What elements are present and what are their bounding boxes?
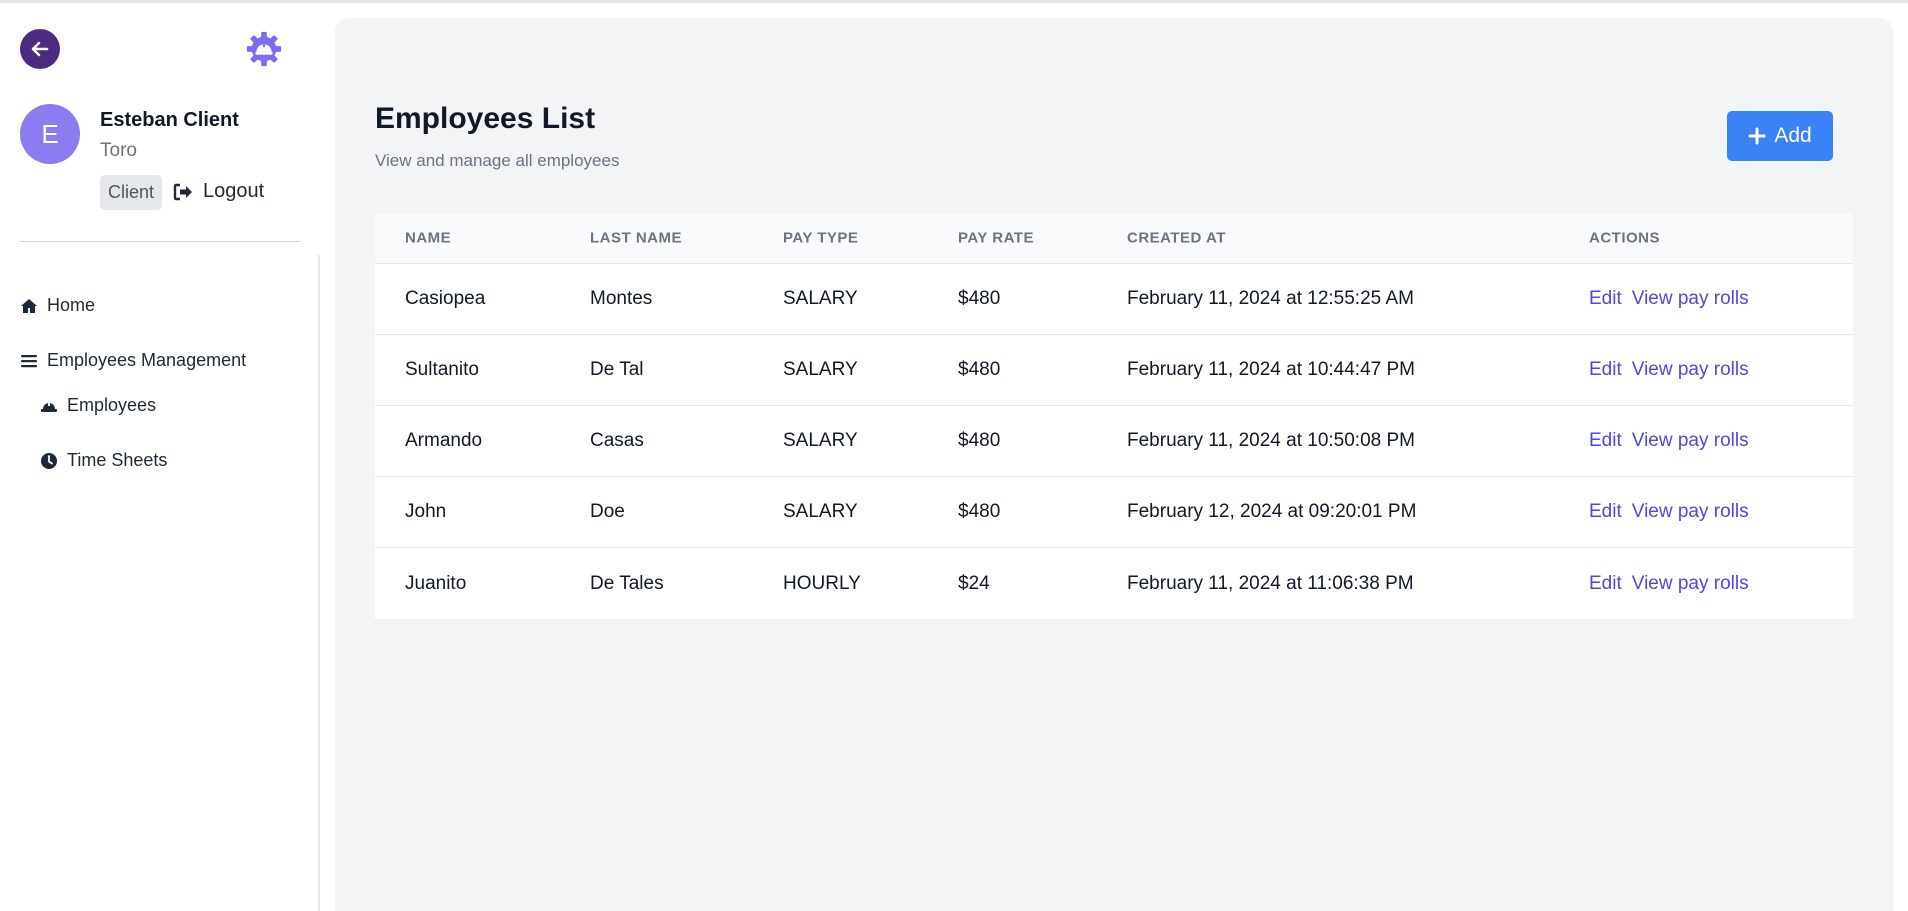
sidebar-item-home[interactable]: Home bbox=[20, 295, 95, 316]
clock-icon bbox=[41, 452, 57, 469]
edit-link[interactable]: Edit bbox=[1589, 430, 1622, 452]
cell-created-at: February 12, 2024 at 09:20:01 PM bbox=[1127, 501, 1417, 522]
settings-gear-icon[interactable] bbox=[245, 30, 283, 68]
column-header-name[interactable]: NAME bbox=[405, 230, 451, 247]
cell-name: John bbox=[405, 501, 447, 522]
cell-last-name: Casas bbox=[590, 430, 644, 451]
view-pay-rolls-link[interactable]: View pay rolls bbox=[1632, 288, 1749, 310]
page-title: Employees List bbox=[375, 102, 596, 135]
cell-name: Casiopea bbox=[405, 288, 486, 309]
cell-created-at: February 11, 2024 at 11:06:38 PM bbox=[1127, 572, 1414, 594]
table-row: Armando Casas SALARY $480 February 11, 2… bbox=[375, 406, 1853, 477]
cell-last-name: De Tales bbox=[590, 572, 664, 594]
sidebar-item-label: Employees bbox=[67, 395, 157, 415]
cell-name: Armando bbox=[405, 430, 483, 451]
logout-label: Logout bbox=[203, 180, 265, 202]
cell-actions: Edit View pay rolls bbox=[1589, 573, 1749, 595]
role-badge: Client bbox=[100, 175, 163, 210]
hard-hat-icon bbox=[41, 400, 57, 412]
column-header-actions: ACTIONS bbox=[1589, 229, 1660, 247]
cell-name: Sultanito bbox=[405, 359, 479, 380]
sidebar-divider bbox=[20, 241, 300, 242]
plus-icon bbox=[1748, 127, 1766, 145]
sidebar-item-employees[interactable]: Employees bbox=[40, 395, 156, 416]
cell-pay-rate: $480 bbox=[958, 359, 1001, 380]
menu-bars-icon bbox=[21, 354, 37, 367]
add-employee-button[interactable]: Add bbox=[1727, 111, 1833, 161]
cell-created-at: February 11, 2024 at 10:50:08 PM bbox=[1127, 430, 1415, 451]
cell-pay-type: SALARY bbox=[783, 430, 858, 451]
user-name: Esteban Client bbox=[100, 109, 239, 131]
arrow-left-icon bbox=[31, 41, 49, 57]
main-content: Employees List View and manage all emplo… bbox=[335, 18, 1893, 911]
table-row: John Doe SALARY $480 February 12, 2024 a… bbox=[375, 477, 1853, 548]
sidebar-item-employees-management[interactable]: Employees Management bbox=[20, 350, 246, 371]
cell-last-name: De Tal bbox=[590, 359, 644, 380]
cell-actions: Edit View pay rolls bbox=[1589, 288, 1749, 310]
sidebar-item-label: Employees Management bbox=[47, 350, 247, 370]
edit-link[interactable]: Edit bbox=[1589, 501, 1622, 523]
cell-pay-type: HOURLY bbox=[783, 572, 861, 594]
employees-table: NAME LAST NAME PAY TYPE PAY RATE CREATED… bbox=[375, 213, 1853, 619]
sidebar-item-time-sheets[interactable]: Time Sheets bbox=[40, 450, 167, 471]
column-header-last-name[interactable]: LAST NAME bbox=[590, 230, 682, 247]
cell-pay-type: SALARY bbox=[783, 359, 858, 380]
table-row: Juanito De Tales HOURLY $24 February 11,… bbox=[375, 548, 1853, 619]
cell-pay-type: SALARY bbox=[783, 288, 858, 309]
cell-last-name: Montes bbox=[590, 288, 653, 309]
home-icon bbox=[21, 298, 37, 313]
cell-actions: Edit View pay rolls bbox=[1589, 501, 1749, 523]
back-button[interactable] bbox=[20, 29, 60, 69]
view-pay-rolls-link[interactable]: View pay rolls bbox=[1632, 430, 1749, 452]
column-header-created-at[interactable]: CREATED AT bbox=[1127, 230, 1226, 247]
edit-link[interactable]: Edit bbox=[1589, 288, 1622, 310]
view-pay-rolls-link[interactable]: View pay rolls bbox=[1632, 501, 1749, 523]
table-header: NAME LAST NAME PAY TYPE PAY RATE CREATED… bbox=[375, 213, 1853, 264]
cell-actions: Edit View pay rolls bbox=[1589, 430, 1749, 452]
cell-pay-rate: $480 bbox=[958, 501, 1001, 522]
column-header-pay-type[interactable]: PAY TYPE bbox=[783, 230, 858, 247]
logout-icon bbox=[173, 183, 192, 200]
cell-created-at: February 11, 2024 at 10:44:47 PM bbox=[1127, 359, 1415, 380]
view-pay-rolls-link[interactable]: View pay rolls bbox=[1632, 573, 1749, 595]
cell-name: Juanito bbox=[405, 572, 467, 594]
cell-pay-rate: $480 bbox=[958, 430, 1001, 451]
cell-pay-rate: $24 bbox=[958, 572, 990, 594]
column-header-pay-rate[interactable]: PAY RATE bbox=[958, 230, 1034, 247]
user-company: Toro bbox=[100, 140, 137, 161]
cell-last-name: Doe bbox=[590, 501, 625, 522]
edit-link[interactable]: Edit bbox=[1589, 359, 1622, 381]
cell-pay-rate: $480 bbox=[958, 288, 1001, 309]
sidebar: E Esteban Client Toro Client Logout Home… bbox=[0, 3, 320, 911]
sidebar-item-label: Time Sheets bbox=[67, 450, 168, 470]
cell-created-at: February 11, 2024 at 12:55:25 AM bbox=[1127, 288, 1414, 309]
table-row: Casiopea Montes SALARY $480 February 11,… bbox=[375, 264, 1853, 335]
avatar: E bbox=[20, 104, 80, 164]
sidebar-item-label: Home bbox=[47, 295, 96, 315]
add-button-label: Add bbox=[1774, 124, 1812, 147]
cell-pay-type: SALARY bbox=[783, 501, 858, 522]
cell-actions: Edit View pay rolls bbox=[1589, 359, 1749, 381]
table-row: Sultanito De Tal SALARY $480 February 11… bbox=[375, 335, 1853, 406]
logout-button[interactable]: Logout bbox=[173, 180, 264, 203]
sidebar-border bbox=[318, 255, 320, 911]
page-subtitle: View and manage all employees bbox=[375, 151, 620, 170]
view-pay-rolls-link[interactable]: View pay rolls bbox=[1632, 359, 1749, 381]
edit-link[interactable]: Edit bbox=[1589, 573, 1622, 595]
